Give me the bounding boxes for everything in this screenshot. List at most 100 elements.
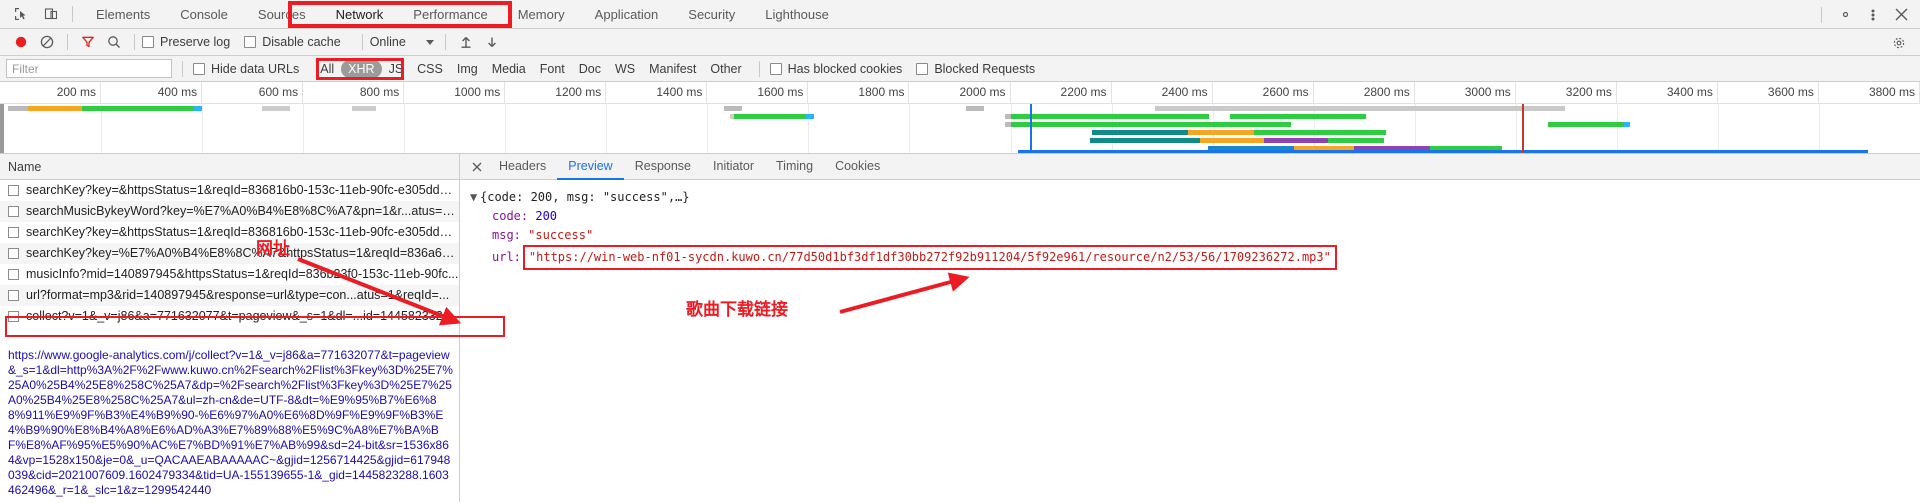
search-button[interactable] [101,31,127,53]
table-row[interactable]: url?format=mp3&rid=140897945&response=ur… [0,285,459,306]
details-tab-timing[interactable]: Timing [765,154,824,180]
more-options-kebab-icon[interactable] [1860,3,1886,27]
clear-button[interactable] [34,31,60,53]
overview-bar-segment [8,106,28,111]
filter-funnel-button[interactable] [75,31,101,53]
table-row[interactable]: searchMusicBykeyWord?key=%E7%A0%B4%E8%8C… [0,201,459,222]
network-toolbar: Preserve log Disable cache Online [0,29,1920,56]
type-filter-all[interactable]: All [313,60,341,78]
close-devtools-icon[interactable] [1888,3,1914,27]
timeline-tick-label: 3000 ms [1464,85,1511,99]
overview-waterfall [0,104,1920,153]
type-filter-img[interactable]: Img [450,60,485,78]
device-toolbar-icon[interactable] [38,2,64,26]
request-list-header[interactable]: Name [0,154,459,180]
table-row[interactable]: collect?v=1&_v=j86&a=771632077&t=pagevie… [0,306,459,327]
table-row[interactable]: searchKey?key=%E7%A0%B4%E8%8C%A7&httpsSt… [0,243,459,264]
export-har-icon[interactable] [479,31,505,53]
table-row[interactable]: musicInfo?mid=140897945&httpsStatus=1&re… [0,264,459,285]
tab-sources[interactable]: Sources [243,0,321,29]
tab-memory[interactable]: Memory [503,0,580,29]
hide-data-urls-checkbox-box[interactable] [193,62,205,75]
type-filter-css[interactable]: CSS [410,60,450,78]
filter-input[interactable] [6,59,172,78]
request-row-checkbox[interactable] [8,205,19,217]
filter-divider-1 [182,60,183,77]
preview-msg-line: msg: "success" [470,226,1920,245]
request-row-checkbox[interactable] [8,226,19,238]
overview-bar-segment [1155,106,1565,111]
timeline-tick: 3400 ms [1617,82,1718,104]
type-filter-xhr[interactable]: XHR [341,59,382,78]
details-tab-initiator[interactable]: Initiator [702,154,765,180]
overview-gridline [404,104,406,153]
toolbar-divider-4 [444,34,446,50]
blocked-requests-checkbox[interactable]: Blocked Requests [916,62,1035,76]
overview-bar-segment [1328,138,1384,143]
request-row-checkbox[interactable] [8,289,19,301]
details-tab-preview[interactable]: Preview [557,154,624,180]
network-overview[interactable]: 200 ms 400 ms 600 ms 800 ms 1000 ms 1200 ms 14… [0,82,1920,154]
tab-elements[interactable]: Elements [81,0,165,29]
throttling-dropdown[interactable]: Online [370,35,434,49]
details-tab-response[interactable]: Response [624,154,702,180]
timeline-tick-label: 3800 ms [1868,85,1915,99]
preserve-log-checkbox-box[interactable] [142,36,154,48]
tab-console[interactable]: Console [165,0,243,29]
timeline-tick-label: 1200 ms [555,85,602,99]
preview-url-value-highlight-box: "https://win-web-nf01-sycdn.kuwo.cn/77d5… [522,245,1337,270]
tab-network[interactable]: Network [321,0,399,29]
overview-gridline [909,104,911,153]
tab-application[interactable]: Application [580,0,674,29]
table-row[interactable]: searchKey?key=&httpsStatus=1&reqId=83681… [0,222,459,243]
has-blocked-cookies-checkbox-box[interactable] [769,62,782,75]
request-rows: searchKey?key=&httpsStatus=1&reqId=83681… [0,180,459,327]
request-row-checkbox[interactable] [8,247,19,259]
overview-bar-segment [352,106,368,111]
timeline-tick-label: 3200 ms [1565,85,1612,99]
tab-performance[interactable]: Performance [398,0,502,29]
hide-data-urls-checkbox[interactable]: Hide data URLs [193,62,299,76]
timeline-tick-label: 1800 ms [858,85,905,99]
details-tab-headers[interactable]: Headers [488,154,557,180]
type-filter-ws[interactable]: WS [608,60,642,78]
dom-content-loaded-line [1030,104,1032,153]
type-filter-font[interactable]: Font [533,60,572,78]
preserve-log-checkbox[interactable]: Preserve log [142,35,230,49]
timeline-tick: 2400 ms [1112,82,1213,104]
tab-lighthouse[interactable]: Lighthouse [750,0,844,29]
has-blocked-cookies-checkbox[interactable]: Has blocked cookies [769,62,902,76]
request-row-checkbox[interactable] [8,184,19,196]
disable-cache-label: Disable cache [262,35,341,49]
blocked-requests-checkbox-box[interactable] [916,62,929,75]
import-har-icon[interactable] [453,31,479,53]
type-filter-media[interactable]: Media [485,60,533,78]
preview-root-line[interactable]: ▼ {code: 200, msg: "success",…} [470,188,1920,207]
preview-url-value: "https://win-web-nf01-sycdn.kuwo.cn/77d5… [528,250,1331,264]
details-tab-cookies[interactable]: Cookies [824,154,891,180]
request-row-checkbox[interactable] [8,310,19,322]
disable-cache-checkbox[interactable]: Disable cache [244,35,341,49]
close-details-icon[interactable] [466,156,488,178]
timeline-tick: 1800 ms [808,82,910,104]
chevron-down-icon[interactable] [425,39,434,45]
timeline-tick-label: 2200 ms [1060,85,1107,99]
disclosure-triangle-icon[interactable]: ▼ [470,188,480,207]
record-button[interactable] [8,31,34,53]
overview-gridline [1111,104,1113,153]
network-settings-gear-icon[interactable] [1886,32,1912,54]
tabbar-divider [72,6,73,22]
settings-gear-icon[interactable] [1832,3,1858,27]
overview-bar-segment [1011,122,1131,127]
tab-security[interactable]: Security [673,0,750,29]
disable-cache-checkbox-box[interactable] [244,36,257,48]
type-filter-js[interactable]: JS [382,60,411,78]
timeline-tick: 2200 ms [1011,82,1112,104]
inspect-element-icon[interactable] [8,2,34,26]
type-filter-doc[interactable]: Doc [572,60,608,78]
request-row-checkbox[interactable] [8,268,19,280]
type-filter-other[interactable]: Other [703,60,748,78]
type-filter-manifest[interactable]: Manifest [642,60,703,78]
table-row[interactable]: searchKey?key=&httpsStatus=1&reqId=83681… [0,180,459,201]
request-details-pane: Headers Preview Response Initiator Timin… [460,154,1920,502]
